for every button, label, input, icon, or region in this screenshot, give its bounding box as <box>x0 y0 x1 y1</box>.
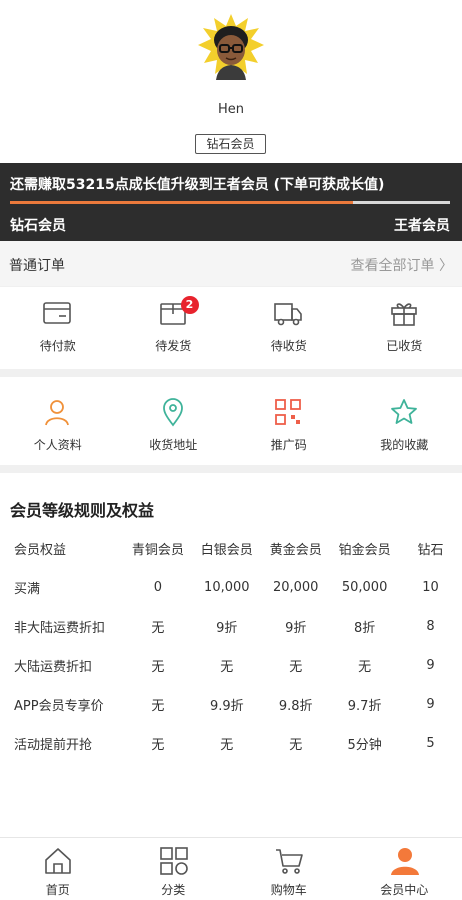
rules-header-cell: 黄金会员 <box>269 543 322 558</box>
table-row: 大陆运费折扣 无 无 无 无 9 <box>0 646 462 685</box>
current-level-label: 钻石会员 <box>10 218 66 234</box>
upgrade-progress-panel: 还需赚取53215点成长值升级到王者会员 (下单可获成长值) 钻石会员 王者会员 <box>0 163 462 241</box>
rules-cell: 活动提前开抢 <box>14 738 93 753</box>
star-icon <box>390 399 417 424</box>
person-icon <box>45 400 69 426</box>
rules-cell: 非大陆运费折扣 <box>14 621 106 636</box>
wallet-icon <box>43 302 71 324</box>
tool-favorites[interactable]: 我的收藏 <box>347 377 462 465</box>
tool-profile[interactable]: 个人资料 <box>0 377 116 465</box>
nav-label: 购物车 <box>270 883 307 897</box>
tool-label: 个人资料 <box>33 438 82 452</box>
rules-header-cell: 青铜会员 <box>131 543 184 558</box>
nav-member-center[interactable]: 会员中心 <box>347 838 462 900</box>
rules-cell: 无 <box>151 660 165 675</box>
notification-badge: 2 <box>180 296 199 314</box>
rules-cell: 无 <box>289 660 303 675</box>
rules-cell: 无 <box>151 699 165 714</box>
order-status-label: 待收货 <box>270 339 307 353</box>
rules-cell: 9.9折 <box>209 699 244 714</box>
table-row: 活动提前开抢 无 无 无 5分钟 5 <box>0 724 462 763</box>
home-icon <box>45 848 71 874</box>
username: Hen <box>217 102 244 117</box>
rules-cell: 9.7折 <box>347 699 382 714</box>
order-status-label: 待发货 <box>155 339 192 353</box>
upgrade-message: 还需赚取53215点成长值升级到王者会员 (下单可获成长值) <box>10 177 385 193</box>
order-status-label: 待付款 <box>39 339 76 353</box>
rules-cell: 无 <box>289 738 303 753</box>
tool-label: 推广码 <box>270 438 307 452</box>
order-received[interactable]: 已收货 <box>347 287 462 369</box>
tool-label: 我的收藏 <box>380 438 429 452</box>
member-rules-table: 会员权益 青铜会员 白银会员 黄金会员 铂金会员 钻石买满 0 10,000 20,000 50,… <box>0 529 462 763</box>
rules-cell: 8折 <box>353 621 376 636</box>
rules-cell: 9.8折 <box>278 699 313 714</box>
order-status-label: 已收货 <box>386 339 423 353</box>
rules-cell: 无 <box>220 660 234 675</box>
nav-label: 分类 <box>161 883 186 897</box>
rules-cell: 0 <box>153 580 163 595</box>
rules-cell: 10,000 <box>204 580 250 595</box>
rules-cell: 9折 <box>216 621 238 636</box>
tool-address[interactable]: 收货地址 <box>116 377 232 465</box>
nav-category[interactable]: 分类 <box>116 838 232 900</box>
table-row: APP会员专享价 无 9.9折 9.8折 9.7折 9 <box>0 685 462 724</box>
category-icon <box>159 847 188 875</box>
tools-row: 个人资料 收货地址 推广码 我的收藏 <box>0 377 462 465</box>
rules-header-cell: 钻石 <box>417 543 444 558</box>
orders-header: 普通订单 查看全部订单 〉 <box>0 241 462 286</box>
growth-progress-fill <box>10 201 354 204</box>
bottom-nav: 首页 分类 购物车 会员中心 <box>0 837 462 900</box>
rules-header-cell: 会员权益 <box>14 543 67 558</box>
rules-cell: 无 <box>151 738 165 753</box>
nav-home[interactable]: 首页 <box>0 838 116 900</box>
rules-cell: 50,000 <box>341 580 388 595</box>
table-row: 买满 0 10,000 20,000 50,000 10 <box>0 568 462 607</box>
location-icon <box>162 398 183 427</box>
member-rules-title: 会员等级规则及权益 <box>10 501 155 520</box>
avatar[interactable] <box>198 14 264 80</box>
rules-cell: APP会员专享价 <box>14 699 104 714</box>
member-icon <box>390 848 419 875</box>
growth-progress-bar <box>10 201 450 204</box>
order-status-row: 待付款 2 待发货 待收货 已收货 <box>0 287 462 369</box>
rules-cell: 无 <box>151 621 165 636</box>
nav-label: 首页 <box>45 883 70 897</box>
qrcode-icon <box>275 399 301 425</box>
rules-cell: 5分钟 <box>347 738 382 753</box>
rules-cell: 买满 <box>14 582 41 597</box>
rules-cell: 无 <box>358 660 372 675</box>
member-rules-section: 会员等级规则及权益 会员权益 青铜会员 白银会员 黄金会员 铂金会员 钻石买满 0 10,00… <box>0 473 462 837</box>
order-pending-receipt[interactable]: 待收货 <box>231 287 347 369</box>
member-level-badge: 钻石会员 <box>195 134 266 154</box>
rules-header-cell: 铂金会员 <box>338 543 391 558</box>
table-row: 非大陆运费折扣 无 9折 9折 8折 8 <box>0 607 462 646</box>
rules-header-cell: 白银会员 <box>200 543 253 558</box>
rules-cell: 无 <box>220 738 234 753</box>
rules-cell: 9 <box>426 658 435 673</box>
tool-label: 收货地址 <box>149 438 198 452</box>
order-pending-shipment[interactable]: 2 待发货 <box>116 287 232 369</box>
rules-cell: 9折 <box>285 621 307 636</box>
rules-cell: 10 <box>422 580 439 595</box>
nav-cart[interactable]: 购物车 <box>231 838 347 900</box>
rules-cell: 20,000 <box>272 580 319 595</box>
rules-cell: 8 <box>426 619 435 634</box>
nav-label: 会员中心 <box>380 883 429 897</box>
rules-cell: 5 <box>426 736 435 751</box>
rules-cell: 大陆运费折扣 <box>14 660 93 675</box>
profile-header: Hen 钻石会员 <box>0 0 462 163</box>
rules-cell: 9 <box>426 697 435 712</box>
orders-title: 普通订单 <box>9 258 65 274</box>
truck-icon <box>274 303 302 326</box>
cart-icon <box>276 849 303 874</box>
tool-promo-code[interactable]: 推广码 <box>231 377 347 465</box>
rules-header-row: 会员权益 青铜会员 白银会员 黄金会员 铂金会员 钻石 <box>0 529 462 568</box>
next-level-label: 王者会员 <box>394 218 450 234</box>
gift-icon <box>390 303 417 326</box>
order-pending-payment[interactable]: 待付款 <box>0 287 116 369</box>
view-all-orders-link[interactable]: 查看全部订单 〉 <box>351 255 453 275</box>
